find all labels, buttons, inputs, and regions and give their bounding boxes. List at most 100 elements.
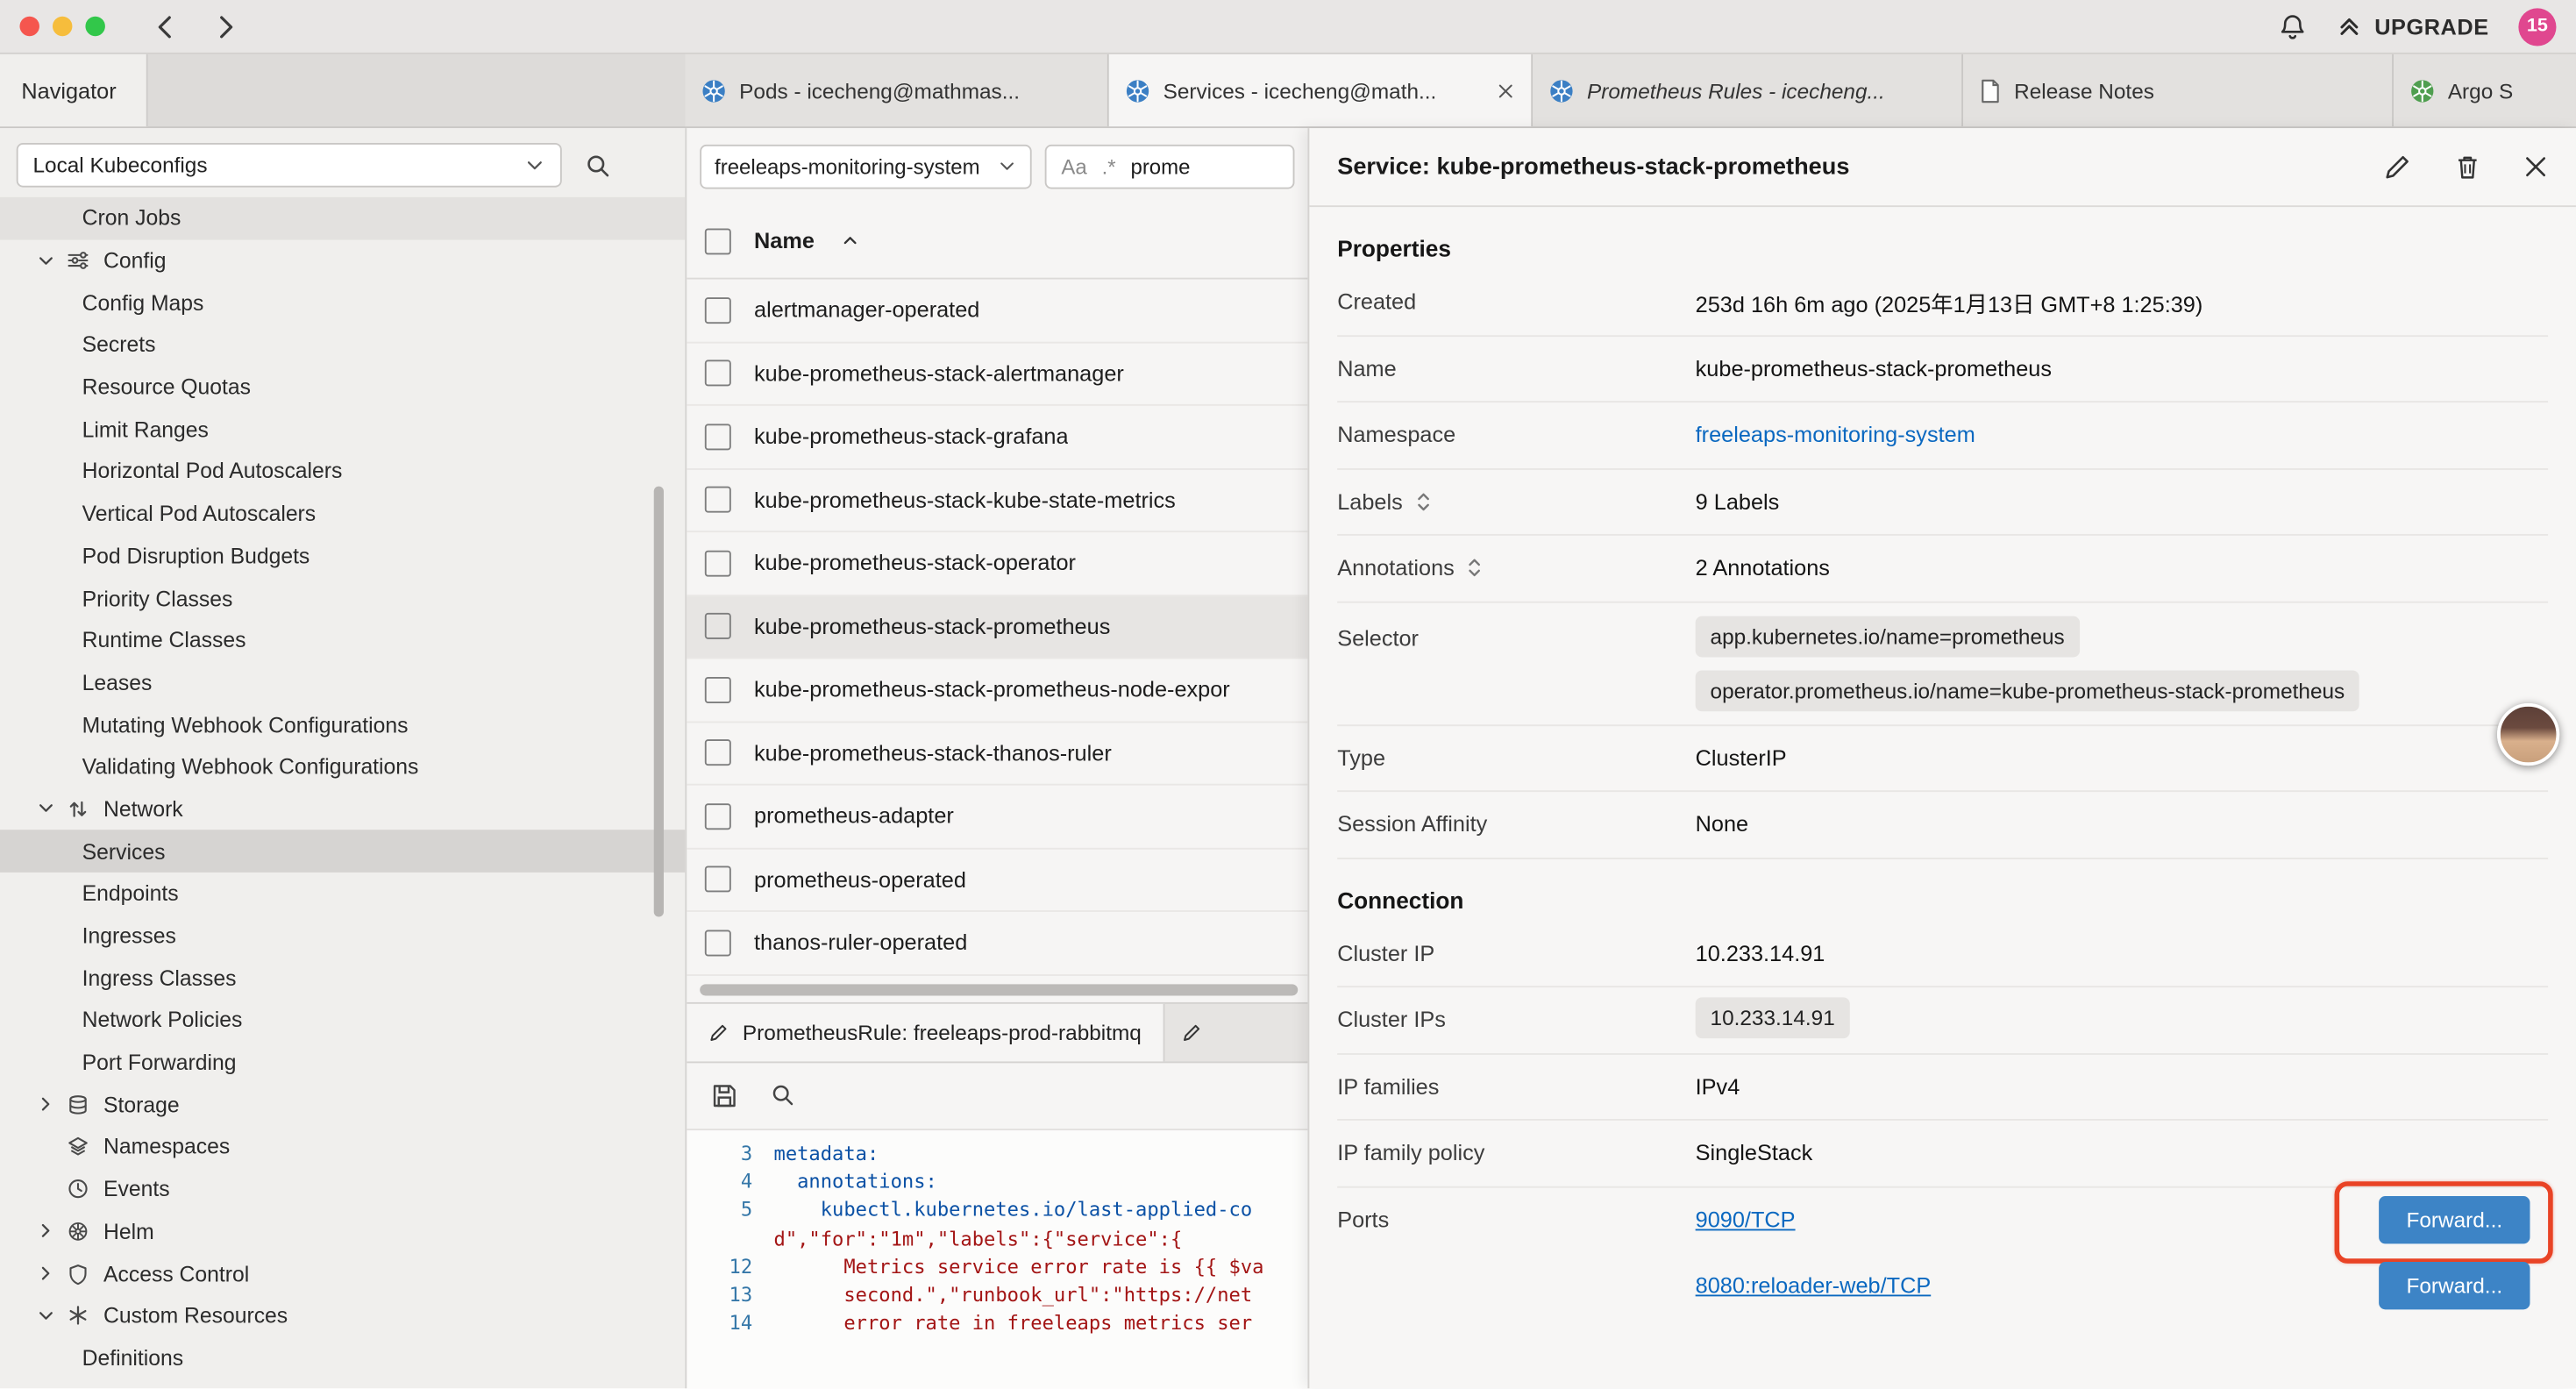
sidebar-item-vertical-pod-autoscalers[interactable]: Vertical Pod Autoscalers [0, 493, 685, 535]
sidebar-item-namespaces[interactable]: Namespaces [0, 1126, 685, 1168]
sidebar-item-access-control[interactable]: Access Control [0, 1252, 685, 1294]
sidebar-item-resource-quotas[interactable]: Resource Quotas [0, 366, 685, 408]
chevron-right-icon[interactable] [36, 1094, 68, 1114]
tab-release-notes[interactable]: Release Notes [1963, 54, 2394, 126]
chevron-down-icon[interactable] [36, 251, 68, 270]
tab-prometheus-rules-icecheng[interactable]: Prometheus Rules - icecheng... [1533, 54, 1963, 126]
row-checkbox[interactable] [705, 550, 731, 576]
notifications-bell-icon[interactable] [2280, 12, 2308, 40]
tab-pods-icecheng-mathmas[interactable]: Pods - icecheng@mathmas... [685, 54, 1108, 126]
table-horizontal-scrollbar[interactable] [700, 983, 1298, 994]
row-checkbox[interactable] [705, 424, 731, 450]
sidebar-item-horizontal-pod-autoscalers[interactable]: Horizontal Pod Autoscalers [0, 451, 685, 493]
sidebar-item-config-maps[interactable]: Config Maps [0, 281, 685, 324]
sidebar-item-runtime-classes[interactable]: Runtime Classes [0, 619, 685, 661]
table-row[interactable]: kube-prometheus-stack-prometheus-node-ex… [687, 659, 1307, 722]
select-all-checkbox[interactable] [705, 228, 731, 254]
kubeconfig-selector[interactable]: Local Kubeconfigs [17, 143, 562, 188]
row-checkbox[interactable] [705, 803, 731, 830]
table-row[interactable]: kube-prometheus-stack-prometheus [687, 595, 1307, 659]
row-checkbox[interactable] [705, 613, 731, 639]
sidebar-item-validating-webhook-configurations[interactable]: Validating Webhook Configurations [0, 746, 685, 788]
unfold-icon[interactable] [1466, 558, 1484, 579]
back-icon[interactable] [151, 12, 179, 40]
chevron-right-icon[interactable] [36, 1264, 68, 1283]
sidebar-item-definitions[interactable]: Definitions [0, 1336, 685, 1378]
code-line[interactable]: 13 second.","runbook_url":"https://net [687, 1280, 1307, 1308]
code-line[interactable]: 5 kubectl.kubernetes.io/last-applied-co [687, 1196, 1307, 1224]
row-checkbox[interactable] [705, 866, 731, 893]
table-row[interactable]: prometheus-adapter [687, 786, 1307, 849]
match-case-toggle[interactable]: Aa [1061, 153, 1086, 178]
code-line[interactable]: 12 Metrics service error rate is {{ $va [687, 1252, 1307, 1280]
unfold-icon[interactable] [1414, 491, 1433, 512]
name-column-header[interactable]: Name [754, 228, 815, 253]
table-row[interactable]: kube-prometheus-stack-kube-state-metrics [687, 469, 1307, 532]
forward-button[interactable]: Forward... [2379, 1195, 2530, 1243]
editor-search-icon[interactable] [771, 1083, 795, 1108]
sidebar-item-priority-classes[interactable]: Priority Classes [0, 577, 685, 619]
chevron-down-icon[interactable] [36, 799, 68, 818]
sidebar-item-config[interactable]: Config [0, 239, 685, 281]
sidebar-item-limit-ranges[interactable]: Limit Ranges [0, 408, 685, 450]
tab-services-icecheng-math[interactable]: Services - icecheng@math... [1109, 54, 1533, 126]
minimize-window-button[interactable] [53, 17, 72, 36]
labels-value[interactable]: 9 Labels [1696, 489, 2548, 514]
dock-tab-partial[interactable] [1164, 1003, 1210, 1061]
sidebar-item-ingress-classes[interactable]: Ingress Classes [0, 957, 685, 999]
sidebar-item-cron-jobs[interactable]: Cron Jobs [0, 197, 685, 239]
sidebar-item-events[interactable]: Events [0, 1168, 685, 1210]
navigator-tab[interactable]: Navigator [0, 54, 148, 126]
code-line[interactable]: 3metadata: [687, 1139, 1307, 1167]
sidebar-item-pod-disruption-budgets[interactable]: Pod Disruption Budgets [0, 535, 685, 577]
forward-button[interactable]: Forward... [2379, 1261, 2530, 1308]
row-checkbox[interactable] [705, 740, 731, 766]
forward-icon[interactable] [212, 12, 240, 40]
table-row[interactable]: kube-prometheus-stack-operator [687, 532, 1307, 595]
sidebar-item-services[interactable]: Services [0, 830, 685, 873]
chevron-right-icon[interactable] [36, 1222, 68, 1241]
table-row[interactable]: kube-prometheus-stack-alertmanager [687, 343, 1307, 406]
sidebar-item-storage[interactable]: Storage [0, 1084, 685, 1126]
user-avatar[interactable] [2497, 703, 2559, 766]
table-row[interactable]: alertmanager-operated [687, 280, 1307, 343]
close-window-button[interactable] [19, 17, 39, 36]
port-link[interactable]: 8080:reloader-web/TCP [1696, 1273, 1932, 1298]
save-icon[interactable] [711, 1082, 737, 1108]
annotations-value[interactable]: 2 Annotations [1696, 556, 2548, 581]
chevron-down-icon[interactable] [36, 1306, 68, 1325]
table-row[interactable]: prometheus-operated [687, 849, 1307, 912]
row-checkbox[interactable] [705, 297, 731, 324]
close-icon[interactable] [2523, 154, 2548, 179]
table-row[interactable]: thanos-ruler-operated [687, 912, 1307, 975]
table-row[interactable]: kube-prometheus-stack-thanos-ruler [687, 722, 1307, 785]
sidebar-search-icon[interactable] [585, 152, 611, 178]
row-checkbox[interactable] [705, 930, 731, 956]
row-checkbox[interactable] [705, 360, 731, 387]
code-line[interactable]: 4 annotations: [687, 1168, 1307, 1196]
row-checkbox[interactable] [705, 676, 731, 702]
namespace-link[interactable]: freeleaps-monitoring-system [1696, 423, 1975, 447]
sidebar-item-secrets[interactable]: Secrets [0, 324, 685, 366]
sort-asc-icon[interactable] [841, 232, 859, 250]
sidebar-item-mutating-webhook-configurations[interactable]: Mutating Webhook Configurations [0, 703, 685, 745]
sidebar-item-endpoints[interactable]: Endpoints [0, 873, 685, 915]
sidebar-item-leases[interactable]: Leases [0, 661, 685, 703]
port-link[interactable]: 9090/TCP [1696, 1207, 1796, 1232]
upgrade-button[interactable]: UPGRADE [2337, 13, 2489, 39]
list-search-input[interactable]: Aa .* prome [1045, 144, 1295, 189]
row-checkbox[interactable] [705, 487, 731, 513]
code-line[interactable]: 14 error rate in freeleaps metrics ser [687, 1309, 1307, 1337]
namespace-filter-select[interactable]: freeleaps-monitoring-system [700, 144, 1031, 189]
sidebar-item-ingresses[interactable]: Ingresses [0, 915, 685, 957]
tab-argo-s[interactable]: Argo S [2394, 54, 2576, 126]
sidebar-item-port-forwarding[interactable]: Port Forwarding [0, 1041, 685, 1083]
zoom-window-button[interactable] [85, 17, 104, 36]
sidebar-item-network[interactable]: Network [0, 788, 685, 830]
sidebar-item-network-policies[interactable]: Network Policies [0, 999, 685, 1041]
dock-tab-prometheusrule[interactable]: PrometheusRule: freeleaps-prod-rabbitmq [687, 1003, 1164, 1061]
regex-toggle[interactable]: .* [1102, 153, 1116, 178]
delete-icon[interactable] [2454, 153, 2480, 181]
sidebar-item-custom-resources[interactable]: Custom Resources [0, 1294, 685, 1336]
notification-count-badge[interactable]: 15 [2518, 7, 2556, 45]
